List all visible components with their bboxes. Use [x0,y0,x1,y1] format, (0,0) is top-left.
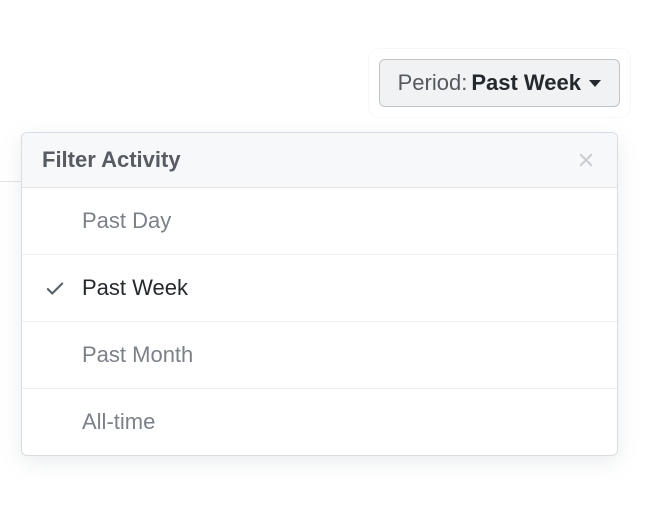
close-icon[interactable] [575,149,597,171]
option-past-month[interactable]: Past Month [22,322,617,389]
period-dropdown-container: Period: Past Week [369,49,630,117]
option-past-day[interactable]: Past Day [22,188,617,255]
option-label: All-time [82,409,155,435]
filter-activity-panel: Filter Activity Past Day Past Week Past … [21,132,618,456]
option-label: Past Month [82,342,193,368]
divider [0,181,22,182]
panel-header: Filter Activity [22,133,617,188]
option-label: Past Day [82,208,171,234]
check-icon [44,277,66,299]
period-label: Period: [398,70,468,96]
panel-title: Filter Activity [42,147,181,173]
option-label: Past Week [82,275,188,301]
chevron-down-icon [589,80,601,87]
period-value: Past Week [471,70,581,96]
option-past-week[interactable]: Past Week [22,255,617,322]
period-dropdown-button[interactable]: Period: Past Week [379,59,620,107]
option-all-time[interactable]: All-time [22,389,617,455]
